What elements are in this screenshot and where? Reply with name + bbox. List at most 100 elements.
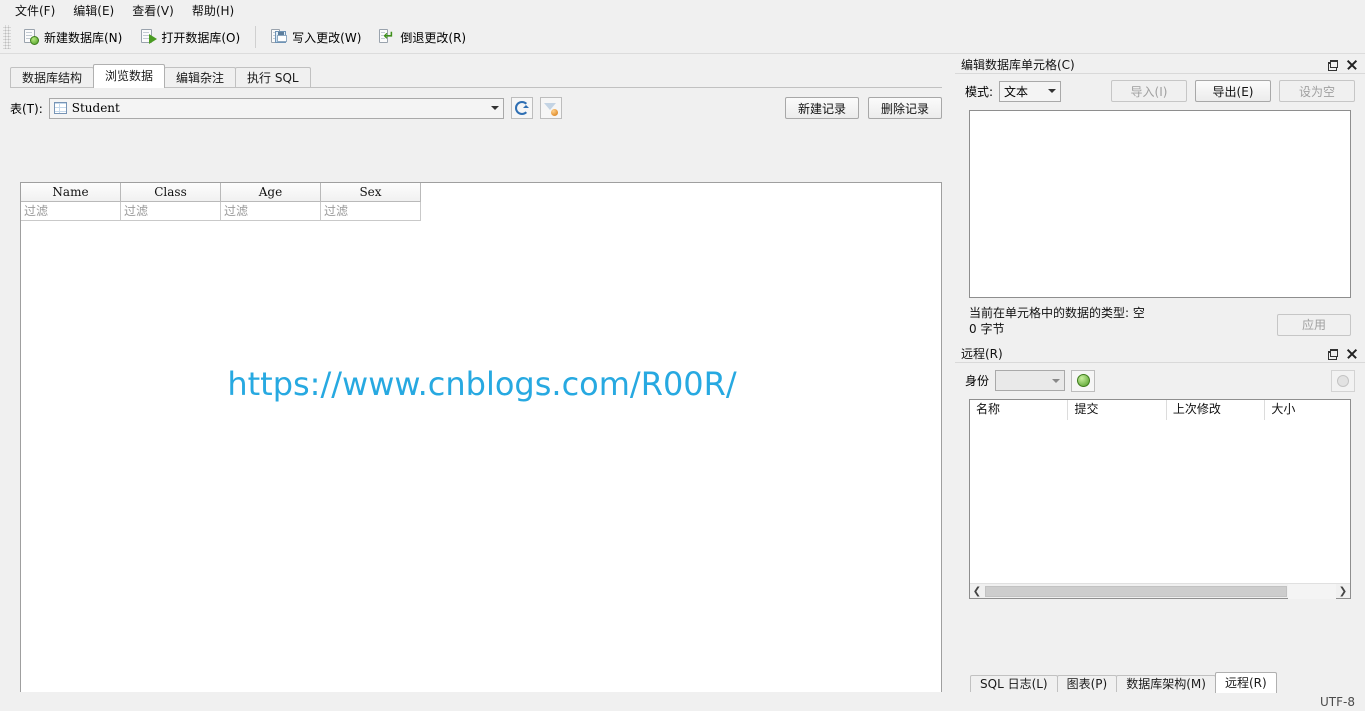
- table-label: 表(T):: [10, 101, 43, 116]
- scrollbar-track[interactable]: [1288, 583, 1336, 599]
- edit-cell-panel-title: 编辑数据库单元格(C): [955, 56, 1365, 74]
- filter-cell-age[interactable]: [221, 202, 321, 221]
- globe-connect-icon: [1076, 374, 1090, 387]
- column-header-age[interactable]: Age: [221, 183, 321, 202]
- tab-edit-pragmas[interactable]: 编辑杂注: [164, 67, 237, 88]
- application-window: 文件(F) 编辑(E) 查看(V) 帮助(H) 新建数据库(N) 打开数据库(O…: [0, 0, 1365, 711]
- import-button[interactable]: 导入(I): [1111, 80, 1187, 102]
- remote-horizontal-scrollbar[interactable]: ❮ ❯: [970, 583, 1350, 599]
- column-header-sex[interactable]: Sex: [321, 183, 421, 202]
- mode-select[interactable]: 文本: [999, 80, 1062, 102]
- bottom-tab-sql-log[interactable]: SQL 日志(L): [970, 675, 1058, 693]
- menu-bar: 文件(F) 编辑(E) 查看(V) 帮助(H): [0, 0, 1365, 20]
- open-database-label: 打开数据库(O): [161, 30, 241, 45]
- column-header-class[interactable]: Class: [121, 183, 221, 202]
- tab-browse-data[interactable]: 浏览数据: [93, 64, 166, 88]
- remote-column-commit[interactable]: 提交: [1068, 400, 1167, 420]
- column-header-name[interactable]: Name: [21, 183, 121, 202]
- data-grid: Name Class Age Sex https://www.cn: [20, 182, 942, 693]
- tab-database-structure[interactable]: 数据库结构: [10, 67, 95, 88]
- filter-cell-name[interactable]: [21, 202, 121, 221]
- cell-editor-toolbar: 模式: 文本 导入(I) 导出(E) 设为空: [955, 74, 1365, 104]
- remote-toolbar: 身份: [955, 363, 1365, 393]
- data-grid-filter-row: [21, 202, 941, 221]
- close-panel-icon[interactable]: [1346, 348, 1358, 360]
- remote-download-button[interactable]: [1331, 369, 1355, 392]
- clear-filter-icon: [544, 102, 559, 116]
- bottom-dock-tabs: SQL 日志(L) 图表(P) 数据库架构(M) 远程(R): [970, 671, 1277, 693]
- remote-list-body: [970, 420, 1350, 583]
- chevron-down-icon: [490, 106, 499, 110]
- refresh-icon: [514, 101, 529, 115]
- new-database-icon: [23, 29, 39, 45]
- write-changes-label: 写入更改(W): [292, 30, 362, 45]
- data-grid-header: Name Class Age Sex: [21, 183, 941, 202]
- table-select-value: Student: [71, 101, 120, 115]
- browse-data-pane: 数据库结构 浏览数据 编辑杂注 执行 SQL 表(T): Student 新建记…: [0, 56, 952, 711]
- right-dock: 编辑数据库单元格(C) 模式: 文本 导入(I) 导出(E) 设为空 当前在单元…: [955, 56, 1365, 683]
- filter-input-sex[interactable]: [321, 202, 420, 220]
- apply-button[interactable]: 应用: [1277, 314, 1351, 336]
- encoding-label: UTF-8: [1320, 694, 1355, 709]
- remote-column-last-modified[interactable]: 上次修改: [1166, 400, 1266, 420]
- tab-execute-sql[interactable]: 执行 SQL: [235, 67, 311, 88]
- bottom-tab-remote[interactable]: 远程(R): [1214, 672, 1277, 693]
- mode-label: 模式:: [965, 84, 994, 99]
- chevron-down-icon: [1052, 378, 1061, 383]
- refresh-button[interactable]: [510, 97, 533, 119]
- remote-column-size[interactable]: 大小: [1265, 400, 1351, 420]
- filter-input-name[interactable]: [21, 202, 120, 220]
- remote-list-header: 名称 提交 上次修改 大小: [970, 400, 1351, 420]
- mode-select-value: 文本: [1004, 84, 1029, 99]
- remote-file-list: 名称 提交 上次修改 大小 ❮ ❯: [969, 399, 1351, 599]
- filter-cell-class[interactable]: [121, 202, 221, 221]
- cell-type-info: 当前在单元格中的数据的类型: 空: [969, 306, 1145, 320]
- remote-panel-title: 远程(R): [955, 345, 1365, 363]
- close-panel-icon[interactable]: [1346, 59, 1358, 71]
- table-select[interactable]: Student: [48, 97, 504, 119]
- revert-changes-label: 倒退更改(R): [400, 30, 467, 45]
- delete-record-button[interactable]: 删除记录: [868, 97, 942, 119]
- new-record-button[interactable]: 新建记录: [785, 97, 859, 119]
- main-tabs: 数据库结构 浏览数据 编辑杂注 执行 SQL: [10, 64, 311, 88]
- identity-label: 身份: [965, 374, 990, 388]
- filter-input-class[interactable]: [121, 202, 220, 220]
- revert-arrow-icon: ↵: [379, 29, 395, 45]
- filter-input-age[interactable]: [221, 202, 320, 220]
- open-database-icon: [140, 29, 158, 45]
- float-panel-icon[interactable]: [1326, 348, 1338, 360]
- menu-view[interactable]: 查看(V): [123, 0, 183, 21]
- cell-content-editor[interactable]: [969, 110, 1351, 298]
- status-bar: UTF-8: [0, 692, 1365, 711]
- bottom-tab-db-schema[interactable]: 数据库架构(M): [1116, 675, 1216, 693]
- watermark-text: https://www.cnblogs.com/R00R/: [227, 365, 737, 403]
- identity-select[interactable]: [995, 370, 1066, 391]
- main-toolbar: 新建数据库(N) 打开数据库(O) 写入更改(W) ↵ 倒退更改(R): [0, 21, 1365, 54]
- menu-help[interactable]: 帮助(H): [183, 0, 243, 21]
- chevron-down-icon: [1048, 89, 1057, 93]
- download-icon: [1337, 374, 1349, 387]
- filter-cell-sex[interactable]: [321, 202, 421, 221]
- remote-column-name[interactable]: 名称: [970, 400, 1069, 420]
- save-disk-icon: [271, 29, 288, 45]
- menu-edit[interactable]: 编辑(E): [64, 0, 123, 21]
- scroll-left-icon[interactable]: ❮: [970, 584, 984, 599]
- clear-filters-button[interactable]: [539, 97, 562, 119]
- scroll-right-icon[interactable]: ❯: [1336, 584, 1350, 599]
- toolbar-drag-handle[interactable]: [3, 25, 11, 49]
- write-changes-button[interactable]: 写入更改(W): [262, 24, 370, 50]
- toolbar-separator: [255, 26, 257, 48]
- set-null-button[interactable]: 设为空: [1279, 80, 1355, 102]
- revert-changes-button[interactable]: ↵ 倒退更改(R): [370, 24, 475, 50]
- menu-file[interactable]: 文件(F): [6, 0, 64, 21]
- remote-title-label: 远程(R): [961, 347, 1003, 361]
- new-database-button[interactable]: 新建数据库(N): [14, 24, 131, 50]
- remote-connect-button[interactable]: [1071, 369, 1096, 392]
- export-button[interactable]: 导出(E): [1195, 80, 1271, 102]
- float-panel-icon[interactable]: [1326, 59, 1338, 71]
- cell-size-info: 0 字节: [969, 322, 1005, 336]
- scrollbar-thumb[interactable]: [985, 585, 1287, 597]
- bottom-tab-plot[interactable]: 图表(P): [1056, 675, 1118, 693]
- table-icon: [53, 102, 67, 114]
- open-database-button[interactable]: 打开数据库(O): [131, 24, 249, 50]
